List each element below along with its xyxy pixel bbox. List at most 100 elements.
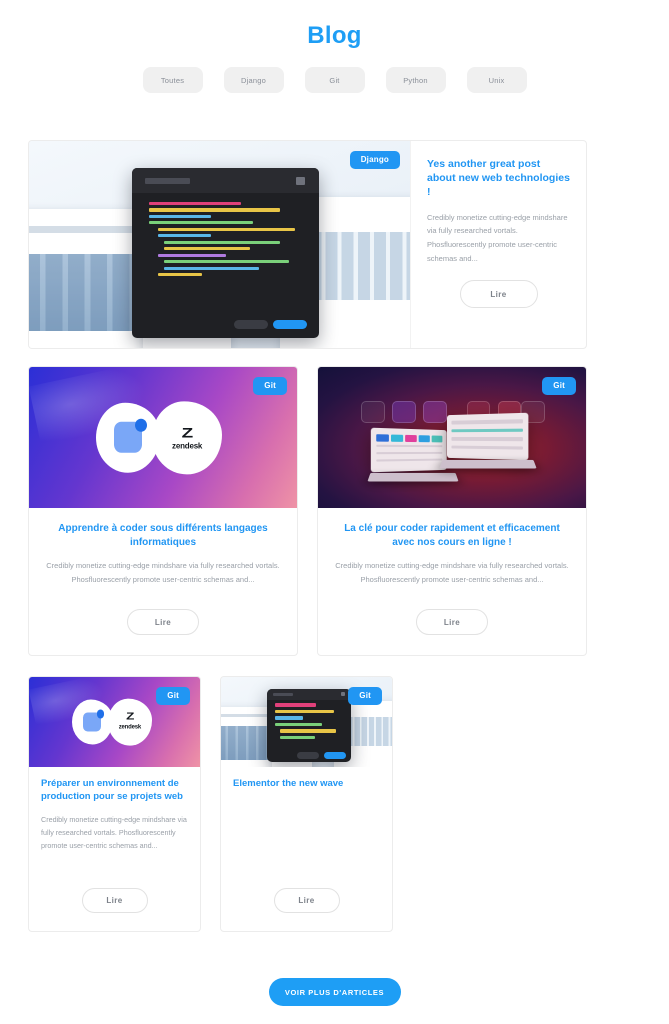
code-line [280,735,315,740]
blob-left [96,402,161,473]
screen-row [451,436,524,441]
screen-rows [375,444,442,469]
filter-chip-toutes[interactable]: Toutes [142,67,203,93]
code-line [163,266,260,270]
screen-tab [375,434,389,442]
article-excerpt: Credibly monetize cutting-edge mindshare… [46,561,280,584]
article-thumbnail: Git [318,367,586,508]
laptop-screen-left [370,427,447,473]
article-body: Apprendre à coder sous différents langag… [29,508,297,655]
screen-rows [451,419,524,455]
editor-button-secondary [234,320,269,330]
category-badge[interactable]: Git [542,377,576,395]
laptop-screen-right [446,412,529,460]
editor-titlebar [267,688,351,700]
blob-circle-dot [96,709,105,719]
screen-tab [390,434,403,442]
blob-right: Z zendesk [107,698,153,746]
montage-illustration [29,141,410,348]
code-line [274,703,317,707]
floating-icon [360,400,385,424]
editor-button-secondary [296,751,319,759]
article-body: Préparer un environnement de production … [29,767,200,931]
article-row-second: Z zendesk Git Apprendre à coder sous dif… [28,366,587,656]
article-card-la-cle-coder[interactable]: Git La clé pour coder rapidement et effi… [317,366,587,656]
zendesk-wordmark: zendesk [118,724,142,731]
page-title: Blog [307,22,362,49]
read-button[interactable]: Lire [81,888,148,913]
read-button[interactable]: Lire [416,609,488,635]
screen-tab [404,434,417,442]
article-card-apprendre-coder[interactable]: Z zendesk Git Apprendre à coder sous dif… [28,366,298,656]
read-button[interactable]: Lire [273,888,340,913]
article-thumbnail: Z zendesk Git [29,367,297,508]
load-more-area: VOIR PLUS D'ARTICLES [0,978,669,1006]
zendesk-z-icon: Z [126,711,134,723]
code-line [274,722,322,727]
blob-circle-dot [134,418,147,432]
load-more-button[interactable]: VOIR PLUS D'ARTICLES [268,978,401,1006]
blob-right: Z zendesk [152,400,222,475]
screen-row [451,419,524,424]
article-card-elementor[interactable]: Git Elementor the new wave Lire [220,676,393,932]
code-line [148,208,281,212]
editor-action-buttons [296,751,346,759]
filter-chip-unix[interactable]: Unix [466,67,527,93]
editor-code-lines [148,201,298,311]
code-line [274,709,334,714]
code-line [163,247,251,251]
filter-chip-python[interactable]: Python [385,67,446,93]
read-button[interactable]: Lire [127,609,199,635]
blob-left [71,699,113,745]
floating-icon [422,400,447,424]
category-badge[interactable]: Git [348,687,382,705]
category-badge[interactable]: Git [156,687,190,705]
screen-row [375,458,442,463]
article-body: La clé pour coder rapidement et efficace… [318,508,586,655]
article-title: Préparer un environnement de production … [41,778,183,802]
screen-row [451,427,524,432]
laptop-base-left [367,472,459,482]
filter-chip-django[interactable]: Django [223,67,284,93]
screen-tab [418,435,430,442]
code-line [148,201,242,206]
article-excerpt: Credibly monetize cutting-edge mindshare… [41,814,187,851]
screen-row [451,444,524,450]
article-title: La clé pour coder rapidement et efficace… [344,523,560,548]
editor-titlebar [131,167,319,194]
article-title: Yes another great post about new web tec… [427,158,570,199]
code-line [157,234,212,238]
filter-chip-git[interactable]: Git [304,67,365,93]
category-filter-bar: Toutes Django Git Python Unix [0,67,669,93]
mockup-code-editor [131,167,319,338]
screen-tab [431,435,442,443]
article-excerpt: Credibly monetize cutting-edge mindshare… [335,561,569,584]
mockup-code-editor [267,688,351,763]
editor-action-buttons [234,320,308,330]
article-thumbnail: Git [221,677,392,767]
code-line [148,214,212,218]
article-body: Yes another great post about new web tec… [410,141,586,348]
code-line [157,253,227,257]
code-line [157,227,295,231]
editor-button-primary [273,320,308,330]
article-card-featured[interactable]: Django Yes another great post about new … [28,140,587,349]
code-line [163,260,290,264]
laptop-base-right [439,460,537,469]
category-badge[interactable]: Django [349,151,400,169]
blob-square-dot [83,709,105,732]
article-thumbnail: Django [29,141,410,348]
screen-row [375,444,442,448]
code-line [157,273,203,277]
article-title: Apprendre à coder sous différents langag… [58,523,268,548]
zendesk-z-icon: Z [181,424,193,440]
zendesk-wordmark: zendesk [172,441,203,450]
article-card-preparer-environnement[interactable]: Z zendesk Git Préparer un environnement … [28,676,201,932]
blob-square-dot [114,418,147,453]
article-title: Elementor the new wave [233,778,344,789]
article-body: Elementor the new wave Lire [221,767,392,931]
blog-page: Blog Toutes Django Git Python Unix Djang… [0,0,669,1024]
screen-tabs [375,434,442,443]
category-badge[interactable]: Git [253,377,287,395]
read-button[interactable]: Lire [459,280,538,309]
